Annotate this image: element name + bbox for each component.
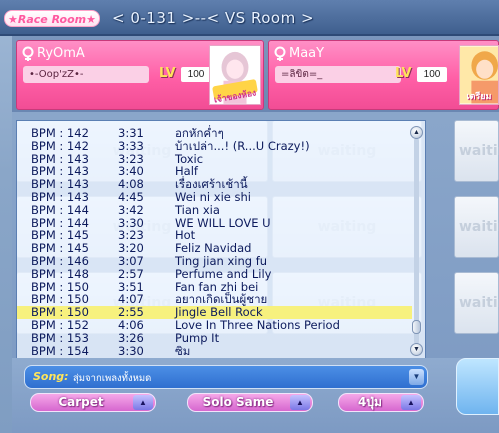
song-duration: 3:31 — [118, 126, 144, 140]
slot-status: waiting — [459, 143, 499, 159]
map-dropdown[interactable]: Carpet ▲ — [30, 393, 156, 412]
song-duration: 3:42 — [118, 202, 144, 217]
player-name: RyOmA — [37, 46, 85, 61]
song-bpm: BPM : 144 — [31, 202, 89, 217]
song-value: สุ่มจากเพลงทั้งหมด — [73, 373, 152, 384]
song-duration: 4:06 — [118, 318, 144, 332]
song-title: บ้าเปล่า...! (R...U Crazy!) — [175, 138, 310, 153]
song-list-item[interactable]: BPM : 152 4:06 Love In Three Nations Perio… — [17, 319, 412, 332]
song-duration: 3:07 — [118, 254, 144, 268]
song-bpm: BPM : 142 — [31, 138, 89, 153]
scroll-down-arrow-icon[interactable]: ▼ — [410, 343, 423, 356]
slot-status: waiting — [459, 219, 499, 235]
level-label: LV — [395, 66, 412, 81]
slot-3[interactable]: waiting — [454, 120, 499, 182]
song-duration: 3:26 — [118, 330, 144, 345]
song-bpm: BPM : 146 — [31, 254, 89, 268]
song-title: Pump It — [175, 330, 220, 345]
level-value: 100 — [417, 67, 447, 82]
song-list-item[interactable]: BPM : 142 3:33 บ้าเปล่า...! (R...U Crazy!) — [17, 138, 412, 153]
slot-status: waiting — [459, 295, 499, 311]
slot-9[interactable]: waiting — [454, 272, 499, 334]
level-label: LV — [159, 66, 176, 81]
song-bpm: BPM : 153 — [31, 330, 89, 345]
song-duration: 2:57 — [118, 266, 144, 281]
song-bpm: BPM : 148 — [31, 266, 89, 281]
player-name: MaaY — [289, 46, 325, 61]
song-select[interactable]: Song: สุ่มจากเพลงทั้งหมด ▼ — [24, 365, 428, 389]
dropdown-arrow-icon[interactable]: ▲ — [401, 395, 421, 410]
player-card-2[interactable]: MaaY =ลิขิต=_ LV 100 เตรียม — [268, 40, 499, 110]
female-icon — [274, 46, 286, 61]
mode-value: Solo Same — [202, 395, 274, 409]
dropdown-arrow-icon[interactable]: ▼ — [409, 369, 424, 385]
song-title: Love In Three Nations Period — [175, 318, 340, 332]
song-label: Song: — [33, 370, 69, 383]
song-duration: 4:45 — [118, 190, 144, 204]
dropdown-arrow-icon[interactable]: ▲ — [290, 395, 310, 410]
slot-6[interactable]: waiting — [454, 196, 499, 258]
song-title: Tian xia — [175, 202, 220, 217]
song-list-item[interactable]: BPM : 153 3:26 Pump It — [17, 330, 412, 345]
song-list-item[interactable]: BPM : 142 3:31 อกหักค่ำๆ — [17, 127, 412, 140]
song-title: Perfume and Lily — [175, 266, 272, 281]
song-title: อกหักค่ำๆ — [175, 126, 224, 140]
female-icon — [22, 46, 34, 61]
song-list[interactable]: BPM : 142 3:31 อกหักค่ำๆ BPM : 142 3:33 บ้าเป… — [16, 120, 426, 360]
song-duration: 3:30 — [118, 343, 144, 358]
key-value: 4ปุ่ม — [358, 395, 382, 409]
player-guild: •-Oop'zZ•- — [23, 66, 149, 83]
scroll-thumb[interactable] — [412, 320, 421, 334]
song-bpm: BPM : 142 — [31, 126, 89, 140]
map-value: Carpet — [58, 395, 104, 409]
song-title: ซิม — [175, 343, 191, 358]
mode-dropdown[interactable]: Solo Same ▲ — [187, 393, 313, 412]
song-bpm: BPM : 152 — [31, 318, 89, 332]
song-bpm: BPM : 143 — [31, 190, 89, 204]
level-value: 100 — [181, 67, 211, 82]
song-list-item[interactable]: BPM : 144 3:42 Tian xia — [17, 202, 412, 217]
start-button[interactable] — [456, 358, 499, 415]
song-list-item[interactable]: BPM : 146 3:07 Ting jian xing fu — [17, 255, 412, 268]
song-list-scrollbar[interactable]: ▲ ▼ — [410, 126, 424, 356]
room-type-tag: ★Race Room★ — [4, 10, 100, 27]
avatar-sign: เตรียม — [466, 92, 492, 102]
room-title: < 0-131 >--< VS Room > — [112, 9, 315, 27]
key-dropdown[interactable]: 4ปุ่ม ▲ — [338, 393, 424, 412]
scroll-track[interactable] — [414, 138, 419, 344]
player-guild: =ลิขิต=_ — [275, 66, 401, 83]
song-title: Ting jian xing fu — [175, 254, 268, 268]
title-bar: ★Race Room★ < 0-131 >--< VS Room > — [0, 0, 499, 36]
song-list-item[interactable]: BPM : 154 3:30 ซิม — [17, 343, 412, 358]
dropdown-arrow-icon[interactable]: ▲ — [133, 395, 153, 410]
song-list-item[interactable]: BPM : 143 4:45 Wei ni xie shi — [17, 191, 412, 204]
scroll-up-arrow-icon[interactable]: ▲ — [410, 126, 423, 139]
song-duration: 3:33 — [118, 138, 144, 153]
song-list-item[interactable]: BPM : 148 2:57 Perfume and Lily — [17, 266, 412, 281]
song-title: Wei ni xie shi — [175, 190, 251, 204]
song-bpm: BPM : 154 — [31, 343, 89, 358]
player-card-1[interactable]: RyOmA •-Oop'zZ•- LV 100 เจ้าของห้อง — [16, 40, 264, 110]
